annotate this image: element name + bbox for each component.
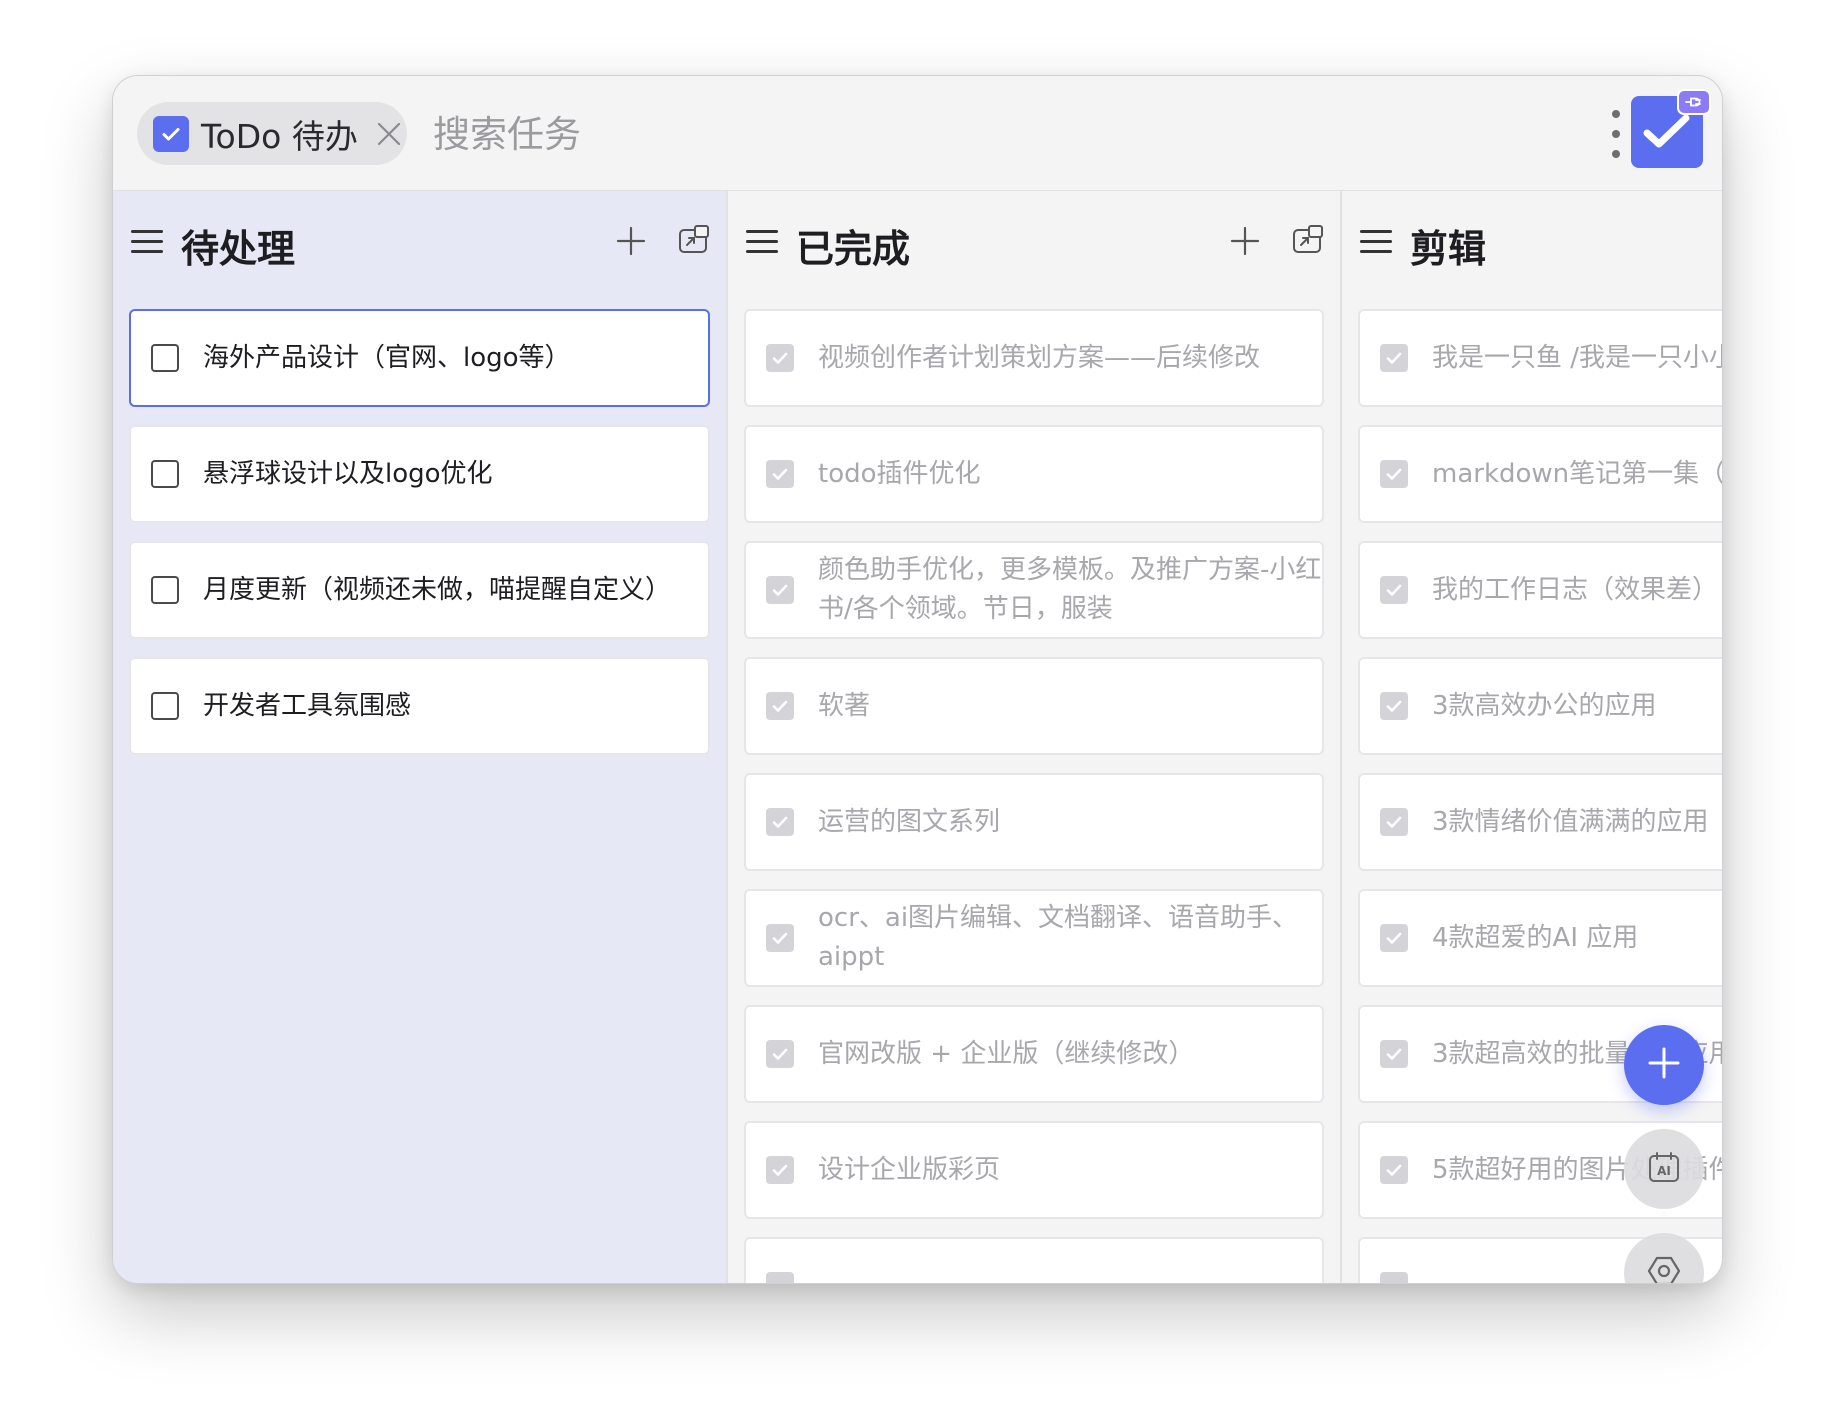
add-task-button[interactable] (1228, 224, 1262, 258)
task-card[interactable]: 开发者工具氛围感 (129, 657, 710, 755)
task-checkbox-checked[interactable] (766, 576, 794, 604)
svg-text:AI: AI (1657, 1164, 1671, 1178)
task-checkbox-checked[interactable] (766, 808, 794, 836)
settings-hexagon-icon (1646, 1253, 1682, 1283)
task-text: todo插件优化 (818, 458, 981, 489)
task-checkbox-checked[interactable] (1380, 808, 1408, 836)
task-text: 设计企业版彩页 (818, 1154, 1001, 1185)
drag-handle-icon[interactable] (1360, 230, 1394, 254)
todo-tab-label: ToDo 待办 (201, 116, 358, 156)
add-task-fab[interactable] (1624, 1025, 1704, 1105)
checkbox-checked-icon (153, 115, 189, 152)
task-checkbox-checked[interactable] (1380, 1040, 1408, 1068)
top-bar: ToDo 待办 (113, 76, 1722, 191)
task-text: 官网改版 + 企业版（继续修改） (818, 1038, 1195, 1069)
todo-tab-chip[interactable]: ToDo 待办 (137, 102, 407, 165)
drag-handle-icon[interactable] (746, 230, 780, 254)
column-done: 已完成 视频创作者计划策划方案——后续修改 todo插件优化 颜色助手优化，更多… (728, 191, 1342, 1283)
task-checkbox-checked[interactable] (1380, 1272, 1408, 1283)
task-card[interactable]: 我是一只鱼 /我是一只小小 (1358, 309, 1722, 407)
task-checkbox-checked[interactable] (1380, 692, 1408, 720)
task-text: markdown笔记第一集（效 (1432, 458, 1722, 489)
app-window: ToDo 待办 待处理 (112, 75, 1723, 1284)
plus-icon (1647, 1046, 1681, 1084)
task-checkbox-checked[interactable] (1380, 576, 1408, 604)
task-card[interactable]: 运营的图文系列 (744, 773, 1324, 871)
task-card[interactable]: 我的工作日志（效果差） (1358, 541, 1722, 639)
task-checkbox[interactable] (151, 692, 179, 720)
task-card[interactable]: 4款超爱的AI 应用 (1358, 889, 1722, 987)
task-card[interactable]: markdown笔记第一集（效 (1358, 425, 1722, 523)
column-header: 已完成 (728, 191, 1340, 291)
pop-out-icon[interactable] (1290, 222, 1326, 258)
task-text: 悬浮球设计以及logo优化 (203, 458, 493, 489)
task-checkbox-checked[interactable] (766, 1156, 794, 1184)
task-checkbox-checked[interactable] (766, 1040, 794, 1068)
task-text: 我的工作日志（效果差） (1432, 574, 1719, 605)
column-title: 待处理 (181, 227, 296, 271)
plug-icon (1677, 89, 1711, 115)
task-list: 视频创作者计划策划方案——后续修改 todo插件优化 颜色助手优化，更多模板。及… (744, 309, 1324, 1283)
task-checkbox[interactable] (151, 460, 179, 488)
task-card[interactable]: todo插件优化 (744, 425, 1324, 523)
task-checkbox-checked[interactable] (766, 460, 794, 488)
task-text: 海外产品设计（官网、logo等） (203, 342, 571, 373)
task-checkbox-checked[interactable] (766, 692, 794, 720)
task-checkbox-checked[interactable] (1380, 344, 1408, 372)
task-text: ocr、ai图片编辑、文档翻译、语音助手、aippt (818, 903, 1299, 972)
task-text: 3款高效办公的应用 (1432, 690, 1657, 721)
task-text: 4款超爱的AI 应用 (1432, 922, 1639, 953)
kanban-board: 待处理 海外产品设计（官网、logo等） 悬浮球设计以及logo优化 月度更新（… (113, 191, 1722, 1283)
task-card[interactable]: 月度更新（视频还未做，喵提醒自定义） (129, 541, 710, 639)
task-checkbox[interactable] (151, 344, 179, 372)
more-vertical-icon[interactable] (1606, 110, 1626, 158)
column-editing: 剪辑 我是一只鱼 /我是一只小小 markdown笔记第一集（效 我的工作日志（… (1342, 191, 1722, 1283)
ai-assistant-button[interactable]: AI (1624, 1129, 1704, 1209)
task-checkbox-checked[interactable] (766, 1272, 794, 1283)
task-card[interactable]: 颜色助手优化，更多模板。及推广方案-小红书/各个领域。节日，服装 (744, 541, 1324, 639)
add-task-button[interactable] (614, 224, 648, 258)
column-title: 已完成 (796, 227, 911, 271)
close-icon[interactable] (374, 119, 404, 149)
task-card[interactable]: ocr、ai图片编辑、文档翻译、语音助手、aippt (744, 889, 1324, 987)
task-text: 运营的图文系列 (818, 806, 1001, 837)
task-checkbox-checked[interactable] (766, 924, 794, 952)
column-header: 待处理 (113, 191, 726, 291)
task-checkbox-checked[interactable] (1380, 1156, 1408, 1184)
task-card[interactable]: 官网改版 + 企业版（继续修改） (744, 1005, 1324, 1103)
ai-calendar-icon: AI (1646, 1149, 1682, 1189)
task-checkbox-checked[interactable] (1380, 460, 1408, 488)
task-card[interactable]: 海外产品设计（官网、logo等） (129, 309, 710, 407)
task-text: 我是一只鱼 /我是一只小小 (1432, 342, 1722, 373)
task-list: 海外产品设计（官网、logo等） 悬浮球设计以及logo优化 月度更新（视频还未… (129, 309, 710, 773)
todo-app-icon[interactable] (1631, 89, 1711, 168)
task-text: 软著 (818, 690, 871, 721)
task-card[interactable]: 3款情绪价值满满的应用 (1358, 773, 1722, 871)
task-text: 月度更新（视频还未做，喵提醒自定义） (203, 574, 672, 605)
task-card[interactable]: 视频创作者计划策划方案——后续修改 (744, 309, 1324, 407)
task-card[interactable]: 软著 (744, 657, 1324, 755)
task-checkbox-checked[interactable] (766, 344, 794, 372)
search-input[interactable] (431, 104, 1035, 164)
drag-handle-icon[interactable] (131, 230, 165, 254)
column-title: 剪辑 (1410, 227, 1487, 271)
task-card[interactable]: 悬浮球设计以及logo优化 (129, 425, 710, 523)
column-header: 剪辑 (1342, 191, 1722, 291)
task-text: 颜色助手优化，更多模板。及推广方案-小红书/各个领域。节日，服装 (818, 555, 1322, 624)
pop-out-icon[interactable] (676, 222, 712, 258)
task-card[interactable]: 设计企业版彩页 (744, 1121, 1324, 1219)
task-text: 3款情绪价值满满的应用 (1432, 806, 1709, 837)
task-text: 视频创作者计划策划方案——后续修改 (818, 342, 1261, 373)
task-card[interactable]: 3款高效办公的应用 (1358, 657, 1722, 755)
task-checkbox[interactable] (151, 576, 179, 604)
task-text: 开发者工具氛围感 (203, 690, 412, 721)
task-checkbox-checked[interactable] (1380, 924, 1408, 952)
task-card-partial[interactable] (744, 1237, 1324, 1283)
column-pending: 待处理 海外产品设计（官网、logo等） 悬浮球设计以及logo优化 月度更新（… (113, 191, 728, 1283)
